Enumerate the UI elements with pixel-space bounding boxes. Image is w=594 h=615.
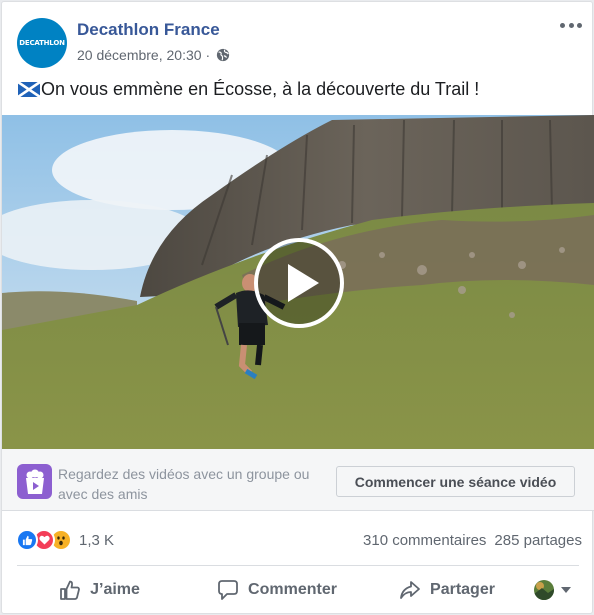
page-avatar[interactable]: DECATHLON <box>17 18 67 68</box>
like-reaction-icon <box>16 529 38 551</box>
comment-button[interactable]: Commenter <box>182 572 372 608</box>
watch-party-bar: Regardez des vidéos avec un groupe ou av… <box>2 449 594 511</box>
react-as-selector[interactable] <box>534 580 571 600</box>
reaction-count[interactable]: 1,3 K <box>79 532 114 549</box>
comment-label: Commenter <box>248 581 337 598</box>
watch-party-icon <box>17 464 52 499</box>
post-actions: J’aime Commenter Partager <box>17 568 579 612</box>
share-label: Partager <box>430 581 495 598</box>
decathlon-logo: DECATHLON <box>19 39 65 47</box>
share-button[interactable]: Partager <box>372 572 522 608</box>
post-meta: 20 décembre, 20:30 · <box>77 47 230 63</box>
dot <box>568 22 574 28</box>
like-button[interactable]: J’aime <box>17 572 182 608</box>
dot <box>560 22 565 28</box>
thumbs-up-icon <box>60 580 80 600</box>
post-message: On vous emmène en Écosse, à la découvert… <box>18 79 479 100</box>
user-avatar <box>534 580 554 600</box>
like-label: J’aime <box>90 581 140 598</box>
chevron-down-icon <box>561 587 571 593</box>
video-player[interactable] <box>2 115 594 449</box>
engagement-counts: 310 commentaires 285 partages <box>363 532 582 549</box>
globe-icon[interactable] <box>216 48 230 62</box>
watch-party-prompt: Regardez des vidéos avec un groupe ou av… <box>58 466 310 502</box>
divider <box>17 565 579 566</box>
comment-bubble-icon <box>218 580 238 600</box>
share-arrow-icon <box>400 581 420 599</box>
reaction-icons[interactable] <box>16 529 72 551</box>
feed-post: DECATHLON Decathlon France 20 décembre, … <box>1 1 594 614</box>
scotland-flag-icon <box>18 82 40 97</box>
more-options-icon[interactable] <box>560 18 582 32</box>
meta-separator: · <box>205 47 211 63</box>
start-watch-party-button[interactable]: Commencer une séance vidéo <box>336 466 575 497</box>
play-button[interactable] <box>254 238 344 328</box>
play-icon <box>287 264 319 302</box>
dot <box>577 22 582 28</box>
reactions-summary: 1,3 K 310 commentaires 285 partages <box>16 526 582 554</box>
page-name-link[interactable]: Decathlon France <box>77 20 220 40</box>
shares-count-link[interactable]: 285 partages <box>494 532 582 549</box>
comments-count-link[interactable]: 310 commentaires <box>363 532 486 549</box>
post-timestamp[interactable]: 20 décembre, 20:30 <box>77 47 202 63</box>
post-message-text: On vous emmène en Écosse, à la découvert… <box>41 79 480 99</box>
